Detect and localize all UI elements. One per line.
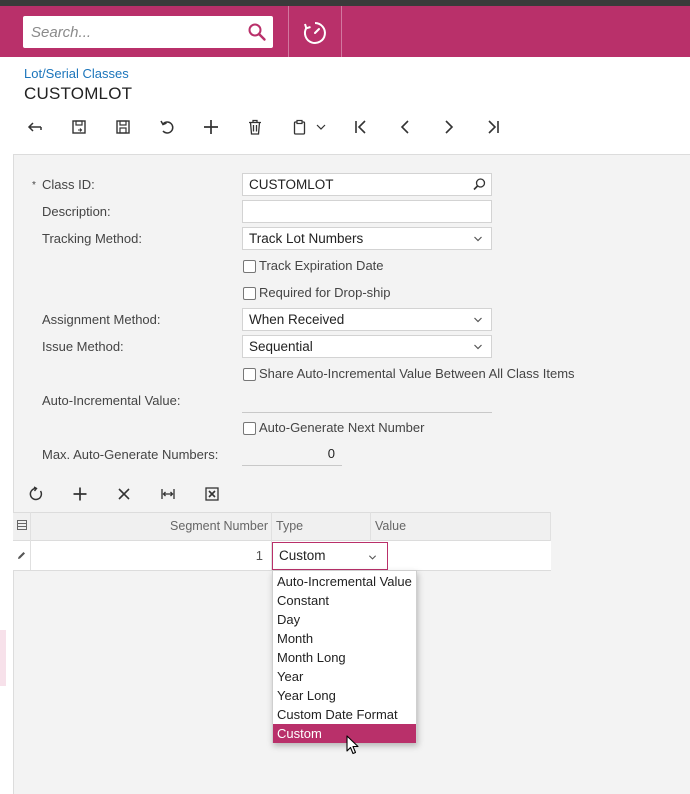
fit-columns-icon [161, 489, 175, 499]
back-icon [27, 122, 42, 132]
tracking-method-value: Track Lot Numbers [249, 231, 364, 246]
dropdown-option[interactable]: Day [273, 610, 416, 629]
dropdown-option-selected[interactable]: Custom [273, 724, 416, 743]
class-id-field[interactable]: CUSTOMLOT [242, 173, 492, 196]
issue-method-select[interactable]: Sequential [242, 335, 492, 358]
max-auto-underline [242, 465, 342, 466]
grid-fit-columns-button[interactable] [156, 483, 180, 505]
refresh-icon [29, 486, 43, 501]
dropdown-option[interactable]: Auto-Incremental Value [273, 572, 416, 591]
search-input[interactable] [23, 16, 243, 48]
assignment-method-select[interactable]: When Received [242, 308, 492, 331]
clipboard-icon [293, 119, 306, 135]
share-auto-incremental-label: Share Auto-Incremental Value Between All… [259, 366, 575, 381]
type-dropdown-list: Auto-Incremental Value Constant Day Mont… [272, 570, 417, 743]
save-icon [116, 120, 130, 134]
first-record-button[interactable] [349, 116, 373, 138]
chevron-down-icon [368, 555, 377, 560]
export-excel-icon [205, 487, 219, 501]
issue-method-label: Issue Method: [42, 339, 124, 354]
required-dropship-label: Required for Drop-ship [259, 285, 391, 300]
left-edge-marker [0, 630, 6, 686]
tracking-method-select[interactable]: Track Lot Numbers [242, 227, 492, 250]
dropdown-option[interactable]: Year [273, 667, 416, 686]
grid-refresh-button[interactable] [24, 483, 48, 505]
grid-col-divider [550, 512, 551, 541]
delete-row-icon [118, 488, 130, 500]
description-field[interactable] [242, 200, 492, 223]
first-icon [355, 120, 366, 134]
add-icon [204, 120, 218, 134]
chevron-down-icon [474, 317, 482, 323]
col-header-segment-number[interactable]: Segment Number [30, 519, 268, 533]
grid-col-divider [370, 512, 371, 541]
table-cell-segment-number[interactable]: 1 [30, 548, 263, 563]
max-auto-generate-label: Max. Auto-Generate Numbers: [42, 447, 219, 462]
cancel-button[interactable] [155, 116, 179, 138]
save-and-close-button[interactable] [67, 116, 91, 138]
chevron-down-icon [316, 124, 326, 130]
tracking-method-label: Tracking Method: [42, 231, 142, 246]
grid-delete-row-button[interactable] [112, 483, 136, 505]
description-label: Description: [42, 204, 111, 219]
save-button[interactable] [111, 116, 135, 138]
auto-generate-checkbox[interactable] [243, 422, 256, 435]
col-header-type[interactable]: Type [276, 519, 303, 533]
dropdown-option[interactable]: Constant [273, 591, 416, 610]
edit-pencil-icon [18, 552, 25, 559]
chevron-down-icon [474, 236, 482, 242]
auto-incremental-underline [242, 412, 492, 413]
auto-generate-label: Auto-Generate Next Number [259, 420, 425, 435]
search-box[interactable] [23, 16, 273, 48]
topbar-divider [288, 6, 289, 57]
issue-method-value: Sequential [249, 339, 313, 354]
breadcrumb[interactable]: Lot/Serial Classes [24, 66, 129, 81]
previous-icon [400, 120, 409, 134]
search-icon[interactable] [247, 22, 267, 42]
assignment-method-label: Assignment Method: [42, 312, 161, 327]
page-title: CUSTOMLOT [24, 84, 133, 103]
lookup-icon[interactable] [472, 177, 487, 192]
next-record-button[interactable] [437, 116, 461, 138]
required-dropship-checkbox[interactable] [243, 287, 256, 300]
history-clock-icon[interactable] [302, 20, 328, 46]
grid-add-row-button[interactable] [68, 483, 92, 505]
dropdown-option[interactable]: Custom Date Format [273, 705, 416, 724]
track-expiration-checkbox[interactable] [243, 260, 256, 273]
class-id-value: CUSTOMLOT [249, 177, 334, 192]
last-record-button[interactable] [481, 116, 505, 138]
class-id-label: Class ID: [42, 177, 95, 192]
dropdown-option[interactable]: Month [273, 629, 416, 648]
previous-record-button[interactable] [393, 116, 417, 138]
share-auto-incremental-checkbox[interactable] [243, 368, 256, 381]
track-expiration-label: Track Expiration Date [259, 258, 384, 273]
cancel-icon [160, 120, 174, 134]
type-cell-value: Custom [279, 548, 326, 563]
required-mark: * [32, 180, 36, 191]
back-button[interactable] [23, 116, 47, 138]
save-and-close-icon [72, 120, 86, 134]
clipboard-menu-button[interactable] [287, 116, 331, 138]
next-icon [445, 120, 454, 134]
assignment-method-value: When Received [249, 312, 345, 327]
grid-export-excel-button[interactable] [200, 483, 224, 505]
col-header-value[interactable]: Value [375, 519, 406, 533]
dropdown-option[interactable]: Year Long [273, 686, 416, 705]
chevron-down-icon [474, 344, 482, 350]
grid-settings-icon[interactable] [16, 519, 28, 531]
type-cell-select[interactable]: Custom [272, 542, 388, 570]
mouse-cursor-icon [346, 735, 359, 755]
last-icon [488, 120, 499, 134]
add-button[interactable] [199, 116, 223, 138]
dropdown-option[interactable]: Month Long [273, 648, 416, 667]
max-auto-generate-field[interactable]: 0 [242, 446, 335, 466]
delete-button[interactable] [243, 116, 267, 138]
auto-incremental-label: Auto-Incremental Value: [42, 393, 181, 408]
delete-icon [249, 119, 261, 135]
top-bar [0, 6, 690, 57]
add-row-icon [73, 487, 87, 501]
topbar-divider [341, 6, 342, 57]
auto-incremental-field[interactable] [242, 390, 492, 412]
